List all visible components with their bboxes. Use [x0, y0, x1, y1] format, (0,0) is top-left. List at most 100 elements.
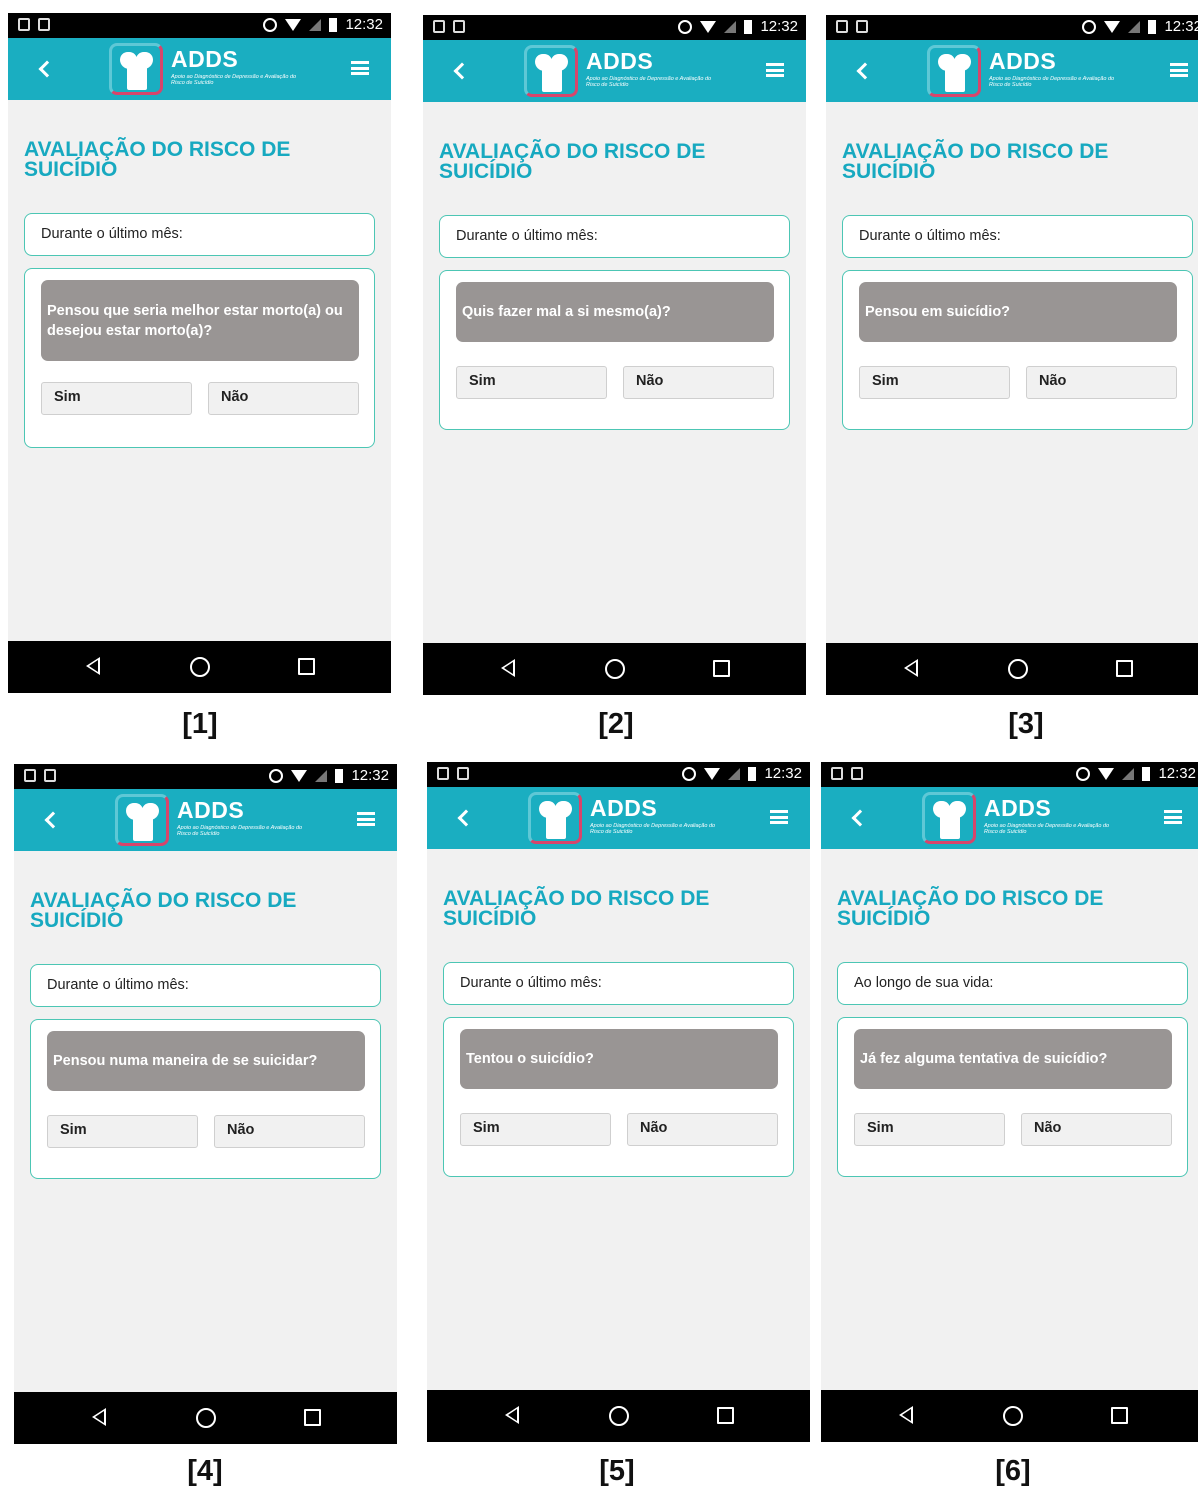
question-text: Quis fazer mal a si mesmo(a)?: [456, 282, 774, 342]
nav-back-icon[interactable]: [505, 1406, 519, 1424]
nav-recents-icon[interactable]: [713, 660, 730, 677]
adds-logo: ADDS Apoio ao Diagnóstico de Depressão e…: [922, 792, 1112, 844]
nav-recents-icon[interactable]: [304, 1409, 321, 1426]
question-text: Pensou que seria melhor estar morto(a) o…: [41, 280, 359, 361]
nav-home-icon[interactable]: [196, 1408, 216, 1428]
context-label: Durante o último mês:: [439, 215, 790, 258]
yes-button[interactable]: Sim: [41, 382, 192, 415]
logo-subtitle: Apoio ao Diagnóstico de Depressão e Aval…: [171, 74, 297, 86]
status-bar: 12:32: [821, 762, 1198, 787]
question-text: Tentou o suicídio?: [460, 1029, 778, 1089]
app-bar: ADDS Apoio ao Diagnóstico de Depressão e…: [821, 787, 1198, 849]
back-arrow-icon[interactable]: [852, 59, 874, 83]
logo-figures-icon: [115, 794, 169, 846]
battery-icon: [1142, 766, 1151, 781]
nav-home-icon[interactable]: [190, 657, 210, 677]
logo-figures-icon: [528, 792, 582, 844]
no-button[interactable]: Não: [208, 382, 359, 415]
image-icon: [851, 767, 863, 780]
logo-figures-icon: [109, 43, 163, 95]
status-bar: 12:32: [8, 13, 391, 38]
nav-recents-icon[interactable]: [717, 1407, 734, 1424]
context-label: Durante o último mês:: [443, 962, 794, 1005]
alarm-icon: [682, 766, 697, 781]
image-icon: [856, 20, 868, 33]
status-time: 12:32: [1164, 18, 1198, 35]
nav-recents-icon[interactable]: [1116, 660, 1133, 677]
logo-subtitle: Apoio ao Diagnóstico de Depressão e Aval…: [989, 76, 1115, 88]
no-button[interactable]: Não: [1026, 366, 1177, 399]
wifi-icon: [700, 20, 717, 33]
hamburger-menu-icon[interactable]: [766, 63, 784, 77]
phone-screen-6: 12:32 ADDS Apoio ao Diagnóstico de Depre…: [821, 762, 1198, 1442]
battery-icon: [748, 766, 757, 781]
nav-back-icon[interactable]: [899, 1406, 913, 1424]
wifi-icon: [285, 18, 302, 31]
app-bar: ADDS Apoio ao Diagnóstico de Depressão e…: [14, 789, 397, 851]
adds-logo: ADDS Apoio ao Diagnóstico de Depressão e…: [115, 794, 305, 846]
hamburger-menu-icon[interactable]: [1164, 810, 1182, 824]
back-arrow-icon[interactable]: [847, 806, 869, 830]
android-nav-bar: [8, 641, 391, 693]
question-card: Quis fazer mal a si mesmo(a)? Sim Não: [439, 270, 790, 430]
nav-recents-icon[interactable]: [1111, 1407, 1128, 1424]
image-icon: [44, 769, 56, 782]
context-label: Durante o último mês:: [24, 213, 375, 256]
yes-button[interactable]: Sim: [859, 366, 1010, 399]
nav-home-icon[interactable]: [1003, 1406, 1023, 1426]
no-button[interactable]: Não: [627, 1113, 778, 1146]
back-arrow-icon[interactable]: [40, 808, 62, 832]
hamburger-menu-icon[interactable]: [770, 810, 788, 824]
notification-icon: [831, 767, 843, 780]
nav-back-icon[interactable]: [501, 659, 515, 677]
question-text: Pensou numa maneira de se suicidar?: [47, 1031, 365, 1091]
phone-screen-2: 12:32 ADDS Apoio ao Diagnóstico de Depre…: [423, 15, 806, 695]
back-arrow-icon[interactable]: [453, 806, 475, 830]
signal-icon: [309, 18, 322, 31]
logo-title: ADDS: [984, 795, 1052, 821]
hamburger-menu-icon[interactable]: [1170, 63, 1188, 77]
status-time: 12:32: [351, 767, 389, 784]
nav-home-icon[interactable]: [1008, 659, 1028, 679]
status-time: 12:32: [760, 18, 798, 35]
no-button[interactable]: Não: [623, 366, 774, 399]
adds-logo: ADDS Apoio ao Diagnóstico de Depressão e…: [524, 45, 714, 97]
nav-back-icon[interactable]: [92, 1408, 106, 1426]
hamburger-menu-icon[interactable]: [357, 812, 375, 826]
status-time: 12:32: [764, 765, 802, 782]
page-title: AVALIAÇÃO DO RISCO DE SUICÍDIO: [842, 140, 1109, 183]
context-label: Durante o último mês:: [842, 215, 1193, 258]
yes-button[interactable]: Sim: [47, 1115, 198, 1148]
app-bar: ADDS Apoio ao Diagnóstico de Depressão e…: [8, 38, 391, 100]
yes-button[interactable]: Sim: [460, 1113, 611, 1146]
logo-title: ADDS: [590, 795, 658, 821]
wifi-icon: [291, 769, 308, 782]
phone-screen-1: 12:32 ADDS Apoio ao Diagnóstico de Depre…: [8, 13, 391, 693]
back-arrow-icon[interactable]: [449, 59, 471, 83]
question-card: Pensou numa maneira de se suicidar? Sim …: [30, 1019, 381, 1179]
nav-back-icon[interactable]: [86, 657, 100, 675]
phone-screen-5: 12:32 ADDS Apoio ao Diagnóstico de Depre…: [427, 762, 810, 1442]
logo-figures-icon: [922, 792, 976, 844]
yes-button[interactable]: Sim: [456, 366, 607, 399]
notification-icon: [18, 18, 30, 31]
nav-recents-icon[interactable]: [298, 658, 315, 675]
wifi-icon: [1104, 20, 1121, 33]
no-button[interactable]: Não: [214, 1115, 365, 1148]
nav-home-icon[interactable]: [609, 1406, 629, 1426]
image-icon: [38, 18, 50, 31]
back-arrow-icon[interactable]: [34, 57, 56, 81]
phone-screen-4: 12:32 ADDS Apoio ao Diagnóstico de Depre…: [14, 764, 397, 1444]
battery-icon: [329, 17, 338, 32]
no-button[interactable]: Não: [1021, 1113, 1172, 1146]
hamburger-menu-icon[interactable]: [351, 61, 369, 75]
nav-home-icon[interactable]: [605, 659, 625, 679]
context-label: Ao longo de sua vida:: [837, 962, 1188, 1005]
phone-screen-3: 12:32 ADDS Apoio ao Diagnóstico de Depre…: [826, 15, 1198, 695]
yes-button[interactable]: Sim: [854, 1113, 1005, 1146]
question-text: Pensou em suicídio?: [859, 282, 1177, 342]
logo-figures-icon: [524, 45, 578, 97]
question-card: Pensou que seria melhor estar morto(a) o…: [24, 268, 375, 448]
nav-back-icon[interactable]: [904, 659, 918, 677]
context-label: Durante o último mês:: [30, 964, 381, 1007]
